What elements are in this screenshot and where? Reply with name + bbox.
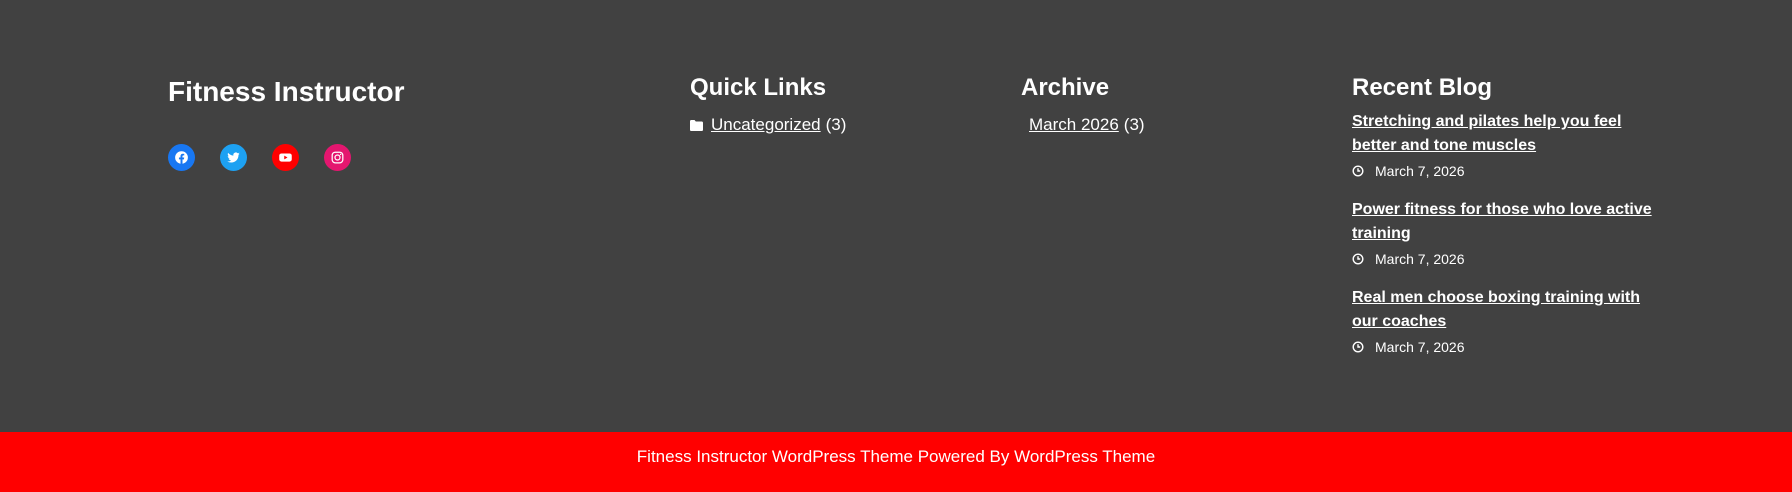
list-item: Power fitness for those who love active … xyxy=(1352,198,1652,267)
post-title: Stretching and pilates help you feel bet… xyxy=(1352,110,1652,158)
post-meta: March 7, 2026 xyxy=(1352,339,1652,355)
footer-main: Fitness Instructor Quick Links Uncategor… xyxy=(0,0,1792,432)
social-links xyxy=(168,144,351,171)
category-count: (3) xyxy=(825,115,847,134)
post-date: March 7, 2026 xyxy=(1375,163,1465,179)
folder-icon xyxy=(690,119,703,131)
post-meta: March 7, 2026 xyxy=(1352,163,1652,179)
quick-links-title: Quick Links xyxy=(690,74,827,101)
archive-link-march-2026[interactable]: March 2026 xyxy=(1029,115,1119,135)
twitter-icon[interactable] xyxy=(220,144,247,171)
clock-icon xyxy=(1352,341,1364,353)
post-link[interactable]: Stretching and pilates help you feel bet… xyxy=(1352,113,1621,154)
site-title[interactable]: Fitness Instructor xyxy=(168,76,404,108)
clock-icon xyxy=(1352,253,1364,265)
post-title: Power fitness for those who love active … xyxy=(1352,198,1652,246)
facebook-icon[interactable] xyxy=(168,144,195,171)
list-item: Real men choose boxing training with our… xyxy=(1352,286,1652,355)
category-link-uncategorized[interactable]: Uncategorized xyxy=(711,115,821,135)
copyright-bar: Fitness Instructor WordPress Theme Power… xyxy=(0,432,1792,492)
youtube-icon[interactable] xyxy=(272,144,299,171)
archive-count: (3) xyxy=(1123,115,1145,134)
post-link[interactable]: Power fitness for those who love active … xyxy=(1352,201,1652,242)
quick-links-item: Uncategorized (3) xyxy=(690,115,846,135)
post-link[interactable]: Real men choose boxing training with our… xyxy=(1352,289,1640,330)
post-title: Real men choose boxing training with our… xyxy=(1352,286,1652,334)
list-item: Stretching and pilates help you feel bet… xyxy=(1352,110,1652,179)
post-meta: March 7, 2026 xyxy=(1352,251,1652,267)
archive-title: Archive xyxy=(1021,74,1110,101)
copyright-text[interactable]: Fitness Instructor WordPress Theme Power… xyxy=(637,447,1155,467)
recent-blog-title: Recent Blog xyxy=(1352,74,1493,101)
recent-posts-list: Stretching and pilates help you feel bet… xyxy=(1352,110,1652,374)
instagram-icon[interactable] xyxy=(324,144,351,171)
clock-icon xyxy=(1352,165,1364,177)
archive-item: March 2026 (3) xyxy=(1029,115,1145,135)
post-date: March 7, 2026 xyxy=(1375,251,1465,267)
post-date: March 7, 2026 xyxy=(1375,339,1465,355)
